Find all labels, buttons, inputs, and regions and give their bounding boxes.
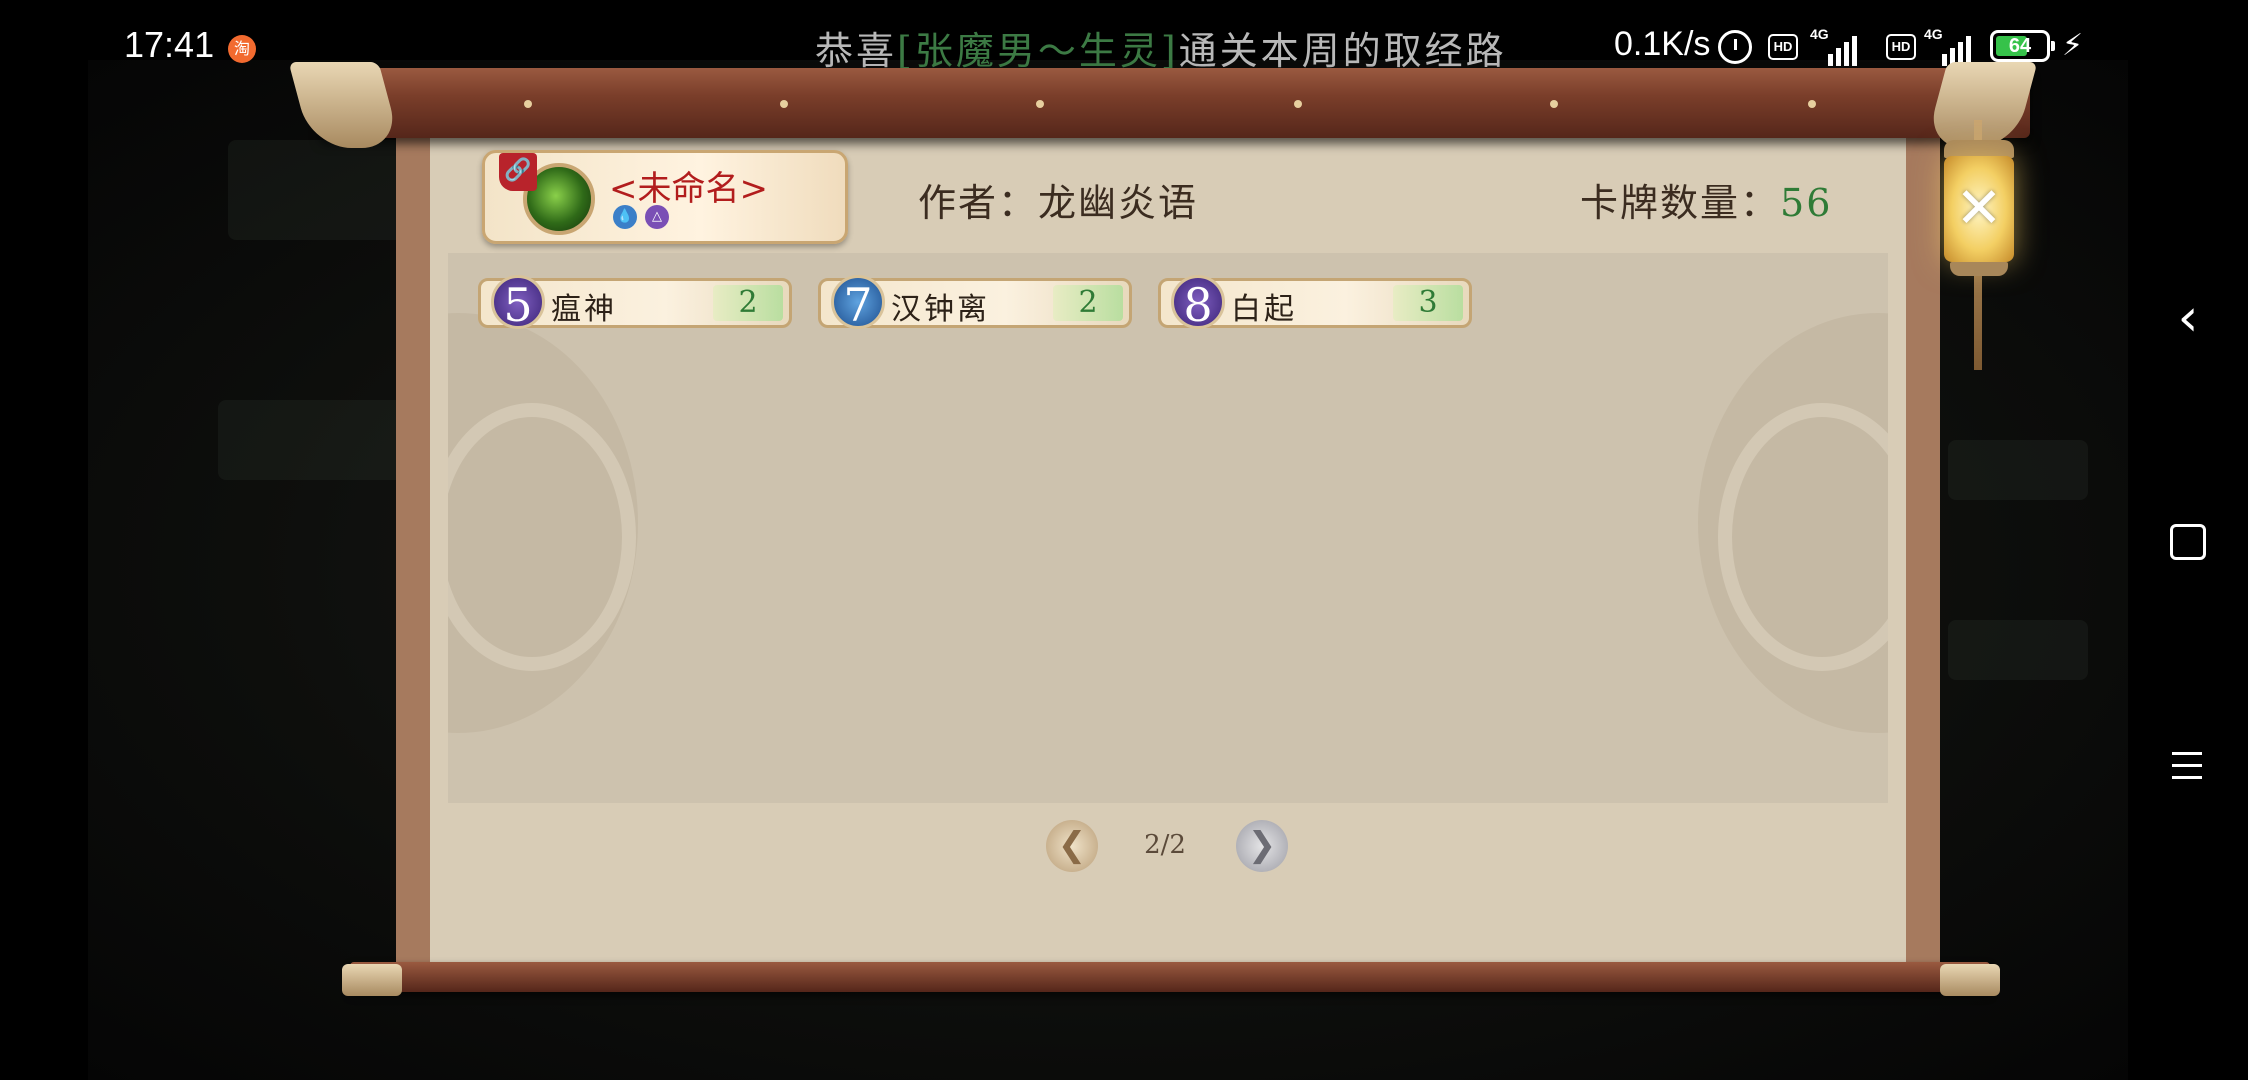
rivet: [1808, 100, 1816, 108]
marquee-highlight: [张魔男～生灵]: [897, 29, 1179, 73]
card-list-area: [448, 253, 1888, 803]
decorative-swirl: [448, 313, 638, 733]
signal-label: 4G: [1810, 26, 1829, 42]
charging-icon: ⚡: [2062, 28, 2084, 63]
signal-label: 4G: [1924, 26, 1943, 42]
author-label: 作者：龙幽炎语: [918, 181, 1199, 225]
close-button[interactable]: ✕: [1944, 156, 2014, 262]
card-cost: 8: [1171, 275, 1225, 332]
scroll-bottom-cap-left: [342, 964, 402, 996]
card-name: 瘟神: [551, 292, 617, 327]
battery-icon: 64: [1990, 30, 2055, 62]
scroll-top-rod: [320, 68, 2030, 138]
card-name: 汉钟离: [891, 292, 990, 327]
close-icon: ✕: [1955, 176, 2003, 241]
card-entry[interactable]: 5 瘟神 2: [478, 275, 792, 332]
hd-icon: HD: [1886, 34, 1916, 60]
scroll-bottom-rod: [350, 962, 1990, 992]
peak-icon: △: [645, 205, 669, 229]
decorative-swirl: [1698, 313, 1888, 733]
taobao-notification-icon: 淘: [228, 35, 256, 63]
card-count-value: 56: [1780, 181, 1833, 225]
marquee-prefix: 恭喜: [815, 29, 898, 73]
nav-home-button[interactable]: [2160, 512, 2216, 568]
battery-level: 64: [2008, 35, 2032, 57]
background-panel: [1948, 440, 2088, 500]
card-cost: 5: [491, 275, 545, 332]
card-entry[interactable]: 7 汉钟离 2: [818, 275, 1132, 332]
card-count-label: 卡牌数量：: [1580, 181, 1781, 225]
signal-icon: 4G: [1810, 26, 1866, 66]
deck-name: <未命名>: [609, 169, 768, 209]
deck-badge[interactable]: 🔗 <未命名> 💧 △: [482, 150, 848, 244]
hd-icon: HD: [1768, 34, 1798, 60]
card-entry[interactable]: 8 白起 3: [1158, 275, 1472, 332]
water-icon: 💧: [613, 205, 637, 229]
card-quantity: 3: [1393, 285, 1463, 321]
rivet: [1550, 100, 1558, 108]
rivet: [1036, 100, 1044, 108]
nav-menu-button[interactable]: [2160, 738, 2216, 794]
card-count: 卡牌数量：56: [1580, 172, 1832, 227]
link-icon: 🔗: [499, 153, 537, 191]
previous-page-button[interactable]: ❮: [1046, 820, 1098, 872]
alarm-icon: [1718, 30, 1752, 64]
rivet: [1294, 100, 1302, 108]
rivet: [524, 100, 532, 108]
card-cost: 7: [831, 275, 885, 332]
nav-back-button[interactable]: ‹: [2160, 290, 2216, 346]
scroll-bottom-cap-right: [1940, 964, 2000, 996]
status-time: 17:41: [124, 24, 215, 65]
card-quantity: 2: [713, 285, 783, 321]
card-name: 白起: [1231, 292, 1297, 327]
announcement-marquee: 恭喜[张魔男～生灵]通关本周的取经路: [815, 20, 1507, 75]
background-panel: [228, 140, 408, 240]
signal-icon: 4G: [1924, 26, 1980, 66]
network-speed: 0.1K/s: [1614, 25, 1711, 63]
lantern-bottom: [1950, 262, 2008, 276]
marquee-suffix: 通关本周的取经路: [1178, 29, 1507, 73]
background-panel: [1948, 620, 2088, 680]
next-page-button[interactable]: ❯: [1236, 820, 1288, 872]
card-quantity: 2: [1053, 285, 1123, 321]
page-indicator: 2/2: [1144, 830, 1186, 860]
rivet: [780, 100, 788, 108]
background-panel: [218, 400, 418, 480]
